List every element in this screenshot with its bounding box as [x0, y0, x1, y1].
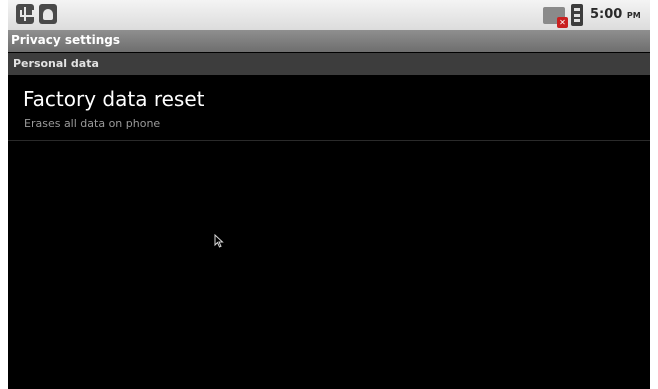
battery-icon — [571, 4, 583, 26]
category-header-personal-data: Personal data — [8, 53, 650, 75]
title-bar: Privacy settings — [8, 30, 650, 52]
device-screen: 5:00 PM Privacy settings Personal data F… — [8, 0, 650, 389]
status-time: 5:00 PM — [590, 7, 641, 22]
status-bar: 5:00 PM — [8, 0, 650, 30]
category-header-label: Personal data — [13, 57, 99, 70]
mouse-cursor-icon — [214, 234, 224, 248]
page-title: Privacy settings — [11, 33, 121, 47]
no-sim-icon — [543, 7, 568, 28]
status-time-value: 5:00 — [590, 7, 623, 22]
pref-item-summary: Erases all data on phone — [24, 117, 161, 130]
factory-data-reset-item[interactable]: Factory data reset Erases all data on ph… — [8, 76, 650, 140]
status-ampm: PM — [626, 11, 641, 20]
pref-item-title: Factory data reset — [23, 87, 205, 111]
list-divider — [8, 140, 650, 141]
debug-icon — [39, 4, 57, 24]
usb-icon — [16, 4, 34, 24]
